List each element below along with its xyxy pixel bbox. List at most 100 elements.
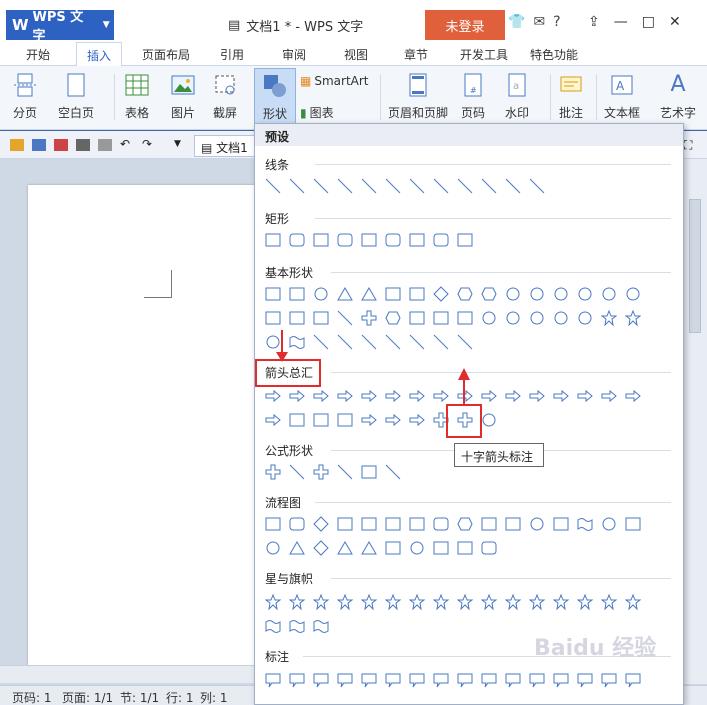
rect-shape-icon[interactable]: [359, 514, 379, 534]
line-shape-icon[interactable]: [311, 176, 331, 196]
close-button[interactable]: ✕: [669, 14, 681, 30]
rect-shape-icon[interactable]: [311, 410, 331, 430]
star-shape-icon[interactable]: [407, 592, 427, 612]
tri-shape-icon[interactable]: [359, 284, 379, 304]
chat-icon[interactable]: ✉: [533, 14, 545, 30]
print-icon[interactable]: [76, 139, 90, 151]
print-preview-icon[interactable]: [98, 139, 112, 151]
tab-page-layout[interactable]: 页面布局: [142, 46, 190, 63]
circle-shape-icon[interactable]: [599, 514, 619, 534]
horizontal-scrollbar[interactable]: [0, 665, 255, 683]
circle-shape-icon[interactable]: [503, 284, 523, 304]
header-footer-button[interactable]: 页眉和页脚: [388, 72, 448, 121]
arrow-shape-icon[interactable]: [383, 410, 403, 430]
circle-shape-icon[interactable]: [551, 284, 571, 304]
rect-shape-icon[interactable]: [383, 538, 403, 558]
line-shape-icon[interactable]: [431, 176, 451, 196]
document-tab[interactable]: ▤ 文档1: [194, 135, 258, 157]
arrow-shape-icon[interactable]: [431, 386, 451, 406]
rect-shape-icon[interactable]: [287, 410, 307, 430]
arrow-shape-icon[interactable]: [263, 386, 283, 406]
callout-shape-icon[interactable]: [287, 670, 307, 690]
line-shape-icon[interactable]: [311, 332, 331, 352]
line-shape-icon[interactable]: [335, 176, 355, 196]
callout-shape-icon[interactable]: [335, 670, 355, 690]
tri-shape-icon[interactable]: [359, 538, 379, 558]
rect-shape-icon[interactable]: [263, 514, 283, 534]
login-button[interactable]: 未登录: [425, 10, 505, 40]
rect-shape-icon[interactable]: [263, 230, 283, 250]
circle-shape-icon[interactable]: [407, 538, 427, 558]
table-button[interactable]: 表格: [124, 72, 150, 121]
star-shape-icon[interactable]: [263, 592, 283, 612]
rrect-shape-icon[interactable]: [287, 230, 307, 250]
save-icon[interactable]: [32, 139, 46, 151]
rect-shape-icon[interactable]: [311, 308, 331, 328]
rect-shape-icon[interactable]: [311, 230, 331, 250]
star-shape-icon[interactable]: [623, 308, 643, 328]
callout-shape-icon[interactable]: [623, 670, 643, 690]
star-shape-icon[interactable]: [623, 592, 643, 612]
line-shape-icon[interactable]: [455, 176, 475, 196]
star-shape-icon[interactable]: [455, 592, 475, 612]
cross-shape-icon[interactable]: [263, 462, 283, 482]
callout-shape-icon[interactable]: [599, 670, 619, 690]
maximize-button[interactable]: □: [642, 14, 655, 30]
arrow-shape-icon[interactable]: [335, 386, 355, 406]
sidebar-toggle-icon[interactable]: ⛶: [684, 138, 692, 153]
rect-shape-icon[interactable]: [287, 308, 307, 328]
arrow-shape-icon[interactable]: [359, 386, 379, 406]
cross-shape-icon[interactable]: [311, 462, 331, 482]
line-shape-icon[interactable]: [503, 176, 523, 196]
star-shape-icon[interactable]: [599, 592, 619, 612]
page-break-button[interactable]: 分页: [12, 72, 38, 121]
wordart-button[interactable]: A 艺术字: [660, 72, 696, 121]
tab-home[interactable]: 开始: [26, 46, 50, 63]
line-shape-icon[interactable]: [479, 176, 499, 196]
callout-shape-icon[interactable]: [383, 670, 403, 690]
screenshot-button[interactable]: 截屏: [212, 72, 238, 121]
callout-shape-icon[interactable]: [431, 670, 451, 690]
wave-shape-icon[interactable]: [263, 616, 283, 636]
star-shape-icon[interactable]: [311, 592, 331, 612]
star-shape-icon[interactable]: [431, 592, 451, 612]
tab-view[interactable]: 视图: [344, 46, 368, 63]
callout-shape-icon[interactable]: [263, 670, 283, 690]
line-shape-icon[interactable]: [383, 332, 403, 352]
rrect-shape-icon[interactable]: [287, 514, 307, 534]
rect-shape-icon[interactable]: [383, 284, 403, 304]
rrect-shape-icon[interactable]: [479, 538, 499, 558]
cross-shape-icon[interactable]: [359, 308, 379, 328]
rect-shape-icon[interactable]: [407, 308, 427, 328]
star-shape-icon[interactable]: [287, 592, 307, 612]
hex-shape-icon[interactable]: [479, 284, 499, 304]
rrect-shape-icon[interactable]: [383, 230, 403, 250]
line-shape-icon[interactable]: [335, 462, 355, 482]
scroll-thumb[interactable]: [689, 199, 701, 333]
circle-shape-icon[interactable]: [575, 308, 595, 328]
circle-shape-icon[interactable]: [479, 308, 499, 328]
hex-shape-icon[interactable]: [383, 308, 403, 328]
circle-shape-icon[interactable]: [527, 308, 547, 328]
arrow-shape-icon[interactable]: [551, 386, 571, 406]
undo-icon[interactable]: ↶: [120, 137, 130, 151]
hex-shape-icon[interactable]: [455, 514, 475, 534]
line-shape-icon[interactable]: [383, 462, 403, 482]
arrow-shape-icon[interactable]: [407, 410, 427, 430]
line-shape-icon[interactable]: [431, 332, 451, 352]
circle-shape-icon[interactable]: [527, 284, 547, 304]
watermark-button[interactable]: a 水印: [504, 72, 530, 121]
line-shape-icon[interactable]: [263, 176, 283, 196]
line-shape-icon[interactable]: [287, 462, 307, 482]
arrow-shape-icon[interactable]: [263, 410, 283, 430]
circle-shape-icon[interactable]: [479, 410, 499, 430]
arrow-shape-icon[interactable]: [503, 386, 523, 406]
star-shape-icon[interactable]: [527, 592, 547, 612]
document-page[interactable]: [28, 185, 258, 665]
tab-insert[interactable]: 插入: [76, 42, 123, 67]
callout-shape-icon[interactable]: [551, 670, 571, 690]
rect-shape-icon[interactable]: [359, 462, 379, 482]
rect-shape-icon[interactable]: [287, 284, 307, 304]
wave-shape-icon[interactable]: [287, 616, 307, 636]
line-shape-icon[interactable]: [335, 308, 355, 328]
